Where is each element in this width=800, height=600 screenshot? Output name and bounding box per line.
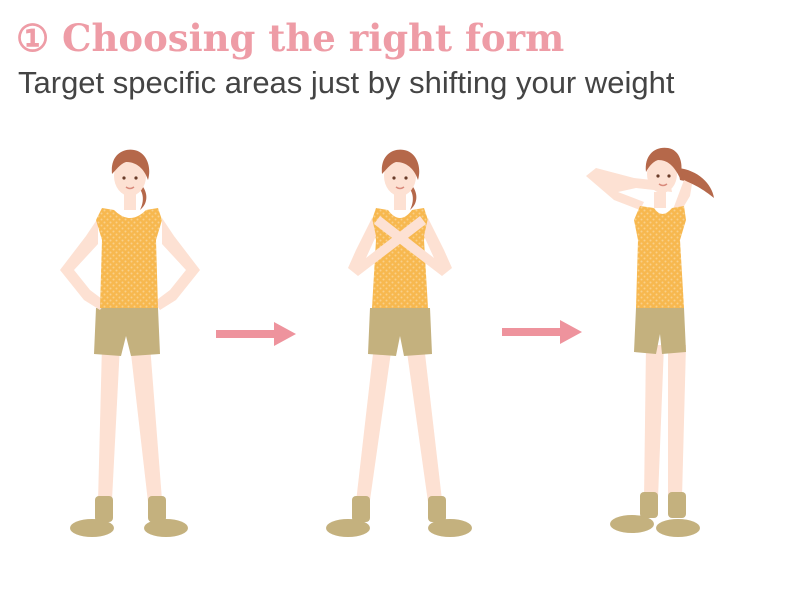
woman-figure-1-illustration xyxy=(60,149,200,537)
woman-figure-2-illustration xyxy=(326,149,472,537)
page-subtitle: Target specific areas just by shifting y… xyxy=(18,65,675,100)
woman-pose-arm-behind-head xyxy=(574,140,754,595)
woman-pose-hands-on-hips xyxy=(40,140,220,595)
page-title: ① Choosing the right form xyxy=(16,16,565,60)
arrow-right-icon xyxy=(502,318,584,346)
woman-figure-3-illustration xyxy=(586,147,714,537)
woman-pose-arms-crossed xyxy=(310,140,490,595)
arrow-right-icon xyxy=(216,320,298,348)
